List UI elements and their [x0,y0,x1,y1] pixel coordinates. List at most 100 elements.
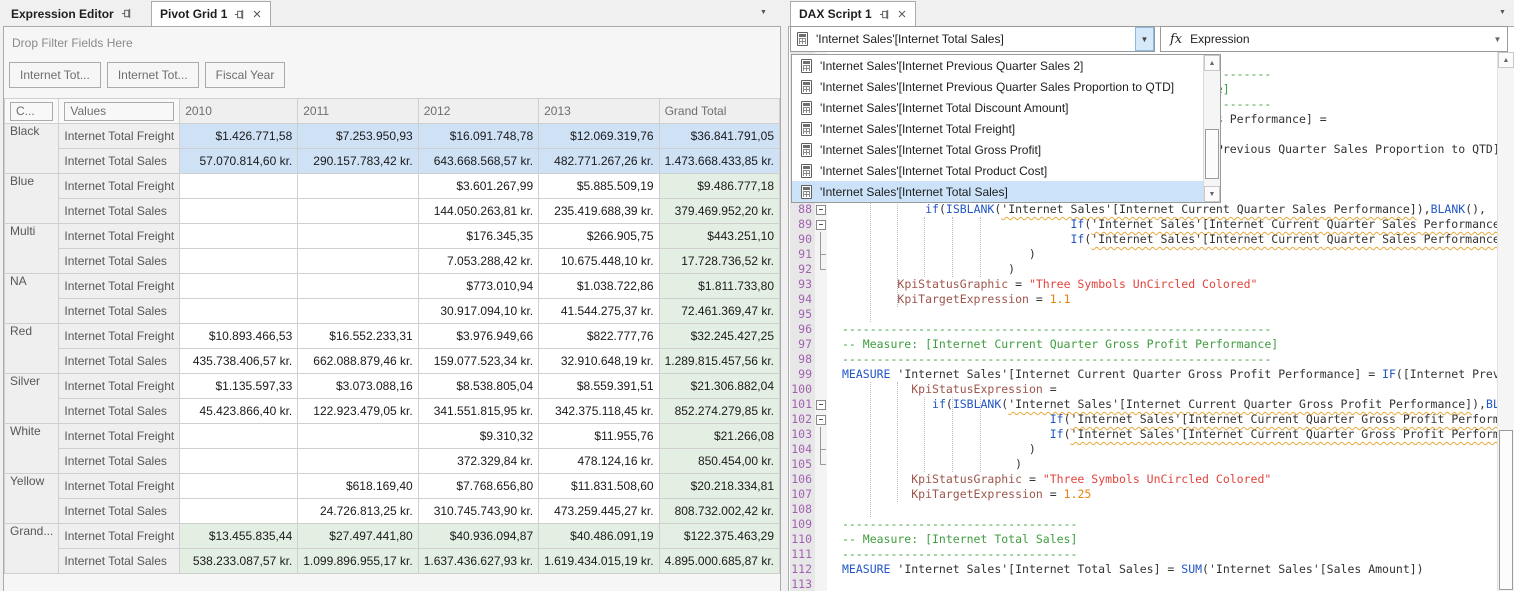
pin-icon[interactable] [234,9,245,20]
pivot-cell[interactable]: 435.738.406,57 kr. [180,349,298,374]
pivot-cell[interactable] [180,249,298,274]
code-line[interactable]: MEASURE 'Internet Sales'[Internet Curren… [842,367,1514,382]
pivot-measure-label[interactable]: Internet Total Freight [59,374,180,399]
pivot-cell[interactable]: $7.768.656,80 [418,474,538,499]
pivot-cell[interactable]: $822.777,76 [539,324,659,349]
pivot-measure-label[interactable]: Internet Total Sales [59,449,180,474]
pivot-measure-label[interactable]: Internet Total Freight [59,424,180,449]
pivot-cell[interactable]: 10.675.448,10 kr. [539,249,659,274]
pivot-cell[interactable] [298,249,418,274]
pivot-cell[interactable]: 482.771.267,26 kr. [539,149,659,174]
pivot-measure-label[interactable]: Internet Total Sales [59,499,180,524]
code-line[interactable]: ) [842,262,1514,277]
pivot-cell[interactable] [298,174,418,199]
pivot-cell[interactable]: 45.423.866,40 kr. [180,399,298,424]
pivot-cell[interactable] [298,199,418,224]
scroll-up-button[interactable]: ▲ [1498,52,1514,68]
pivot-cell[interactable]: $8.538.805,04 [418,374,538,399]
pivot-cell[interactable]: 4.895.000.685,87 kr. [659,549,779,574]
column-header-2013[interactable]: 2013 [539,99,659,124]
scroll-down-button[interactable]: ▼ [1204,186,1220,202]
pivot-cell[interactable]: 1.099.896.955,17 kr. [298,549,418,574]
pivot-cell[interactable]: 144.050.263,81 kr. [418,199,538,224]
pivot-cell[interactable]: $773.010,94 [418,274,538,299]
pivot-cell[interactable]: 310.745.743,90 kr. [418,499,538,524]
scrollbar-thumb[interactable] [1205,129,1219,179]
dropdown-item[interactable]: 'Internet Sales'[Internet Total Discount… [792,97,1220,118]
code-line[interactable]: MEASURE 'Internet Sales'[Internet Total … [842,562,1514,577]
pivot-cell[interactable]: 379.469.952,20 kr. [659,199,779,224]
pivot-cell[interactable]: $1.135.597,33 [180,374,298,399]
pivot-cell[interactable]: $16.552.233,31 [298,324,418,349]
pivot-cell[interactable]: 32.910.648,19 kr. [539,349,659,374]
filter-field-button[interactable]: Fiscal Year [205,62,286,88]
pivot-cell[interactable]: $5.885.509,19 [539,174,659,199]
pivot-cell[interactable]: $11.831.508,60 [539,474,659,499]
dropdown-item[interactable]: 'Internet Sales'[Internet Total Gross Pr… [792,139,1220,160]
pivot-cell[interactable]: $13.455.835,44 [180,524,298,549]
filter-field-button[interactable]: Internet Tot... [9,62,101,88]
pivot-cell[interactable]: $21.266,08 [659,424,779,449]
code-line[interactable]: KpiTargetExpression = 1.1 [842,292,1514,307]
editor-vertical-scrollbar[interactable]: ▲ [1497,52,1514,591]
pivot-cell[interactable]: 30.917.094,10 kr. [418,299,538,324]
code-line[interactable]: ----------------------------------------… [842,322,1514,337]
pivot-cell[interactable]: $20.218.334,81 [659,474,779,499]
pivot-cell[interactable]: 57.070.814,60 kr. [180,149,298,174]
pivot-cell[interactable]: $40.486.091,19 [539,524,659,549]
pivot-cell[interactable]: $16.091.748,78 [418,124,538,149]
pivot-cell[interactable] [298,274,418,299]
pivot-row-group-label[interactable]: Yellow [5,474,59,524]
pivot-cell[interactable] [180,474,298,499]
pivot-row-group-label[interactable]: Black [5,124,59,174]
code-line[interactable]: -- Measure: [Internet Total Sales] [842,532,1514,547]
pivot-cell[interactable]: $176.345,35 [418,224,538,249]
pivot-measure-label[interactable]: Internet Total Sales [59,399,180,424]
code-line[interactable]: -- Measure: [Internet Current Quarter Gr… [842,337,1514,352]
code-line[interactable]: ) [842,457,1514,472]
pivot-cell[interactable]: 235.419.688,39 kr. [539,199,659,224]
pivot-cell[interactable] [180,449,298,474]
measure-selector-combo[interactable]: 'Internet Sales'[Internet Total Sales] ▼ [790,26,1155,52]
pivot-measure-label[interactable]: Internet Total Freight [59,174,180,199]
dropdown-item[interactable]: 'Internet Sales'[Internet Previous Quart… [792,76,1220,97]
dropdown-item[interactable]: 'Internet Sales'[Internet Previous Quart… [792,55,1220,76]
pivot-measure-label[interactable]: Internet Total Sales [59,349,180,374]
values-field-button[interactable]: Values [64,102,174,121]
expression-combo-dropdown-button[interactable]: ▼ [1488,35,1507,44]
measure-combo-dropdown-button[interactable]: ▼ [1135,27,1154,51]
pivot-cell[interactable]: 341.551.815,95 kr. [418,399,538,424]
pivot-cell[interactable] [180,199,298,224]
code-line[interactable]: If('Internet Sales'[Internet Current Qua… [842,412,1514,427]
close-icon[interactable] [252,9,262,19]
code-line[interactable]: if(ISBLANK('Internet Sales'[Internet Cur… [842,202,1514,217]
pivot-cell[interactable]: 478.124,16 kr. [539,449,659,474]
pivot-row-group-label[interactable]: Multi [5,224,59,274]
pivot-cell[interactable]: 1.619.434.015,19 kr. [539,549,659,574]
tab-dax-script-1[interactable]: DAX Script 1 [790,1,916,26]
pivot-cell[interactable]: $11.955,76 [539,424,659,449]
pivot-cell[interactable]: 24.726.813,25 kr. [298,499,418,524]
pivot-cell[interactable] [180,424,298,449]
pivot-cell[interactable]: $1.811.733,80 [659,274,779,299]
pivot-cell[interactable]: $618.169,40 [298,474,418,499]
column-header-2012[interactable]: 2012 [418,99,538,124]
fold-collapse-button[interactable] [815,412,827,427]
column-header-2011[interactable]: 2011 [298,99,418,124]
pivot-cell[interactable]: 290.157.783,42 kr. [298,149,418,174]
pivot-cell[interactable]: 643.668.568,57 kr. [418,149,538,174]
tab-pivot-grid-1[interactable]: Pivot Grid 1 [151,1,271,26]
code-line[interactable]: ---------------------------------- [842,517,1514,532]
code-line[interactable]: ---------------------------------- [842,547,1514,562]
pivot-cell[interactable] [180,174,298,199]
fold-collapse-button[interactable] [815,217,827,232]
code-line[interactable]: if(ISBLANK('Internet Sales'[Internet Cur… [842,397,1514,412]
pivot-cell[interactable]: 850.454,00 kr. [659,449,779,474]
pivot-measure-label[interactable]: Internet Total Freight [59,124,180,149]
pivot-cell[interactable]: 342.375.118,45 kr. [539,399,659,424]
dropdown-item[interactable]: 'Internet Sales'[Internet Total Sales] [792,181,1220,202]
pivot-measure-label[interactable]: Internet Total Sales [59,549,180,574]
column-header-2010[interactable]: 2010 [180,99,298,124]
dropdown-item[interactable]: 'Internet Sales'[Internet Total Product … [792,160,1220,181]
pivot-measure-label[interactable]: Internet Total Freight [59,274,180,299]
